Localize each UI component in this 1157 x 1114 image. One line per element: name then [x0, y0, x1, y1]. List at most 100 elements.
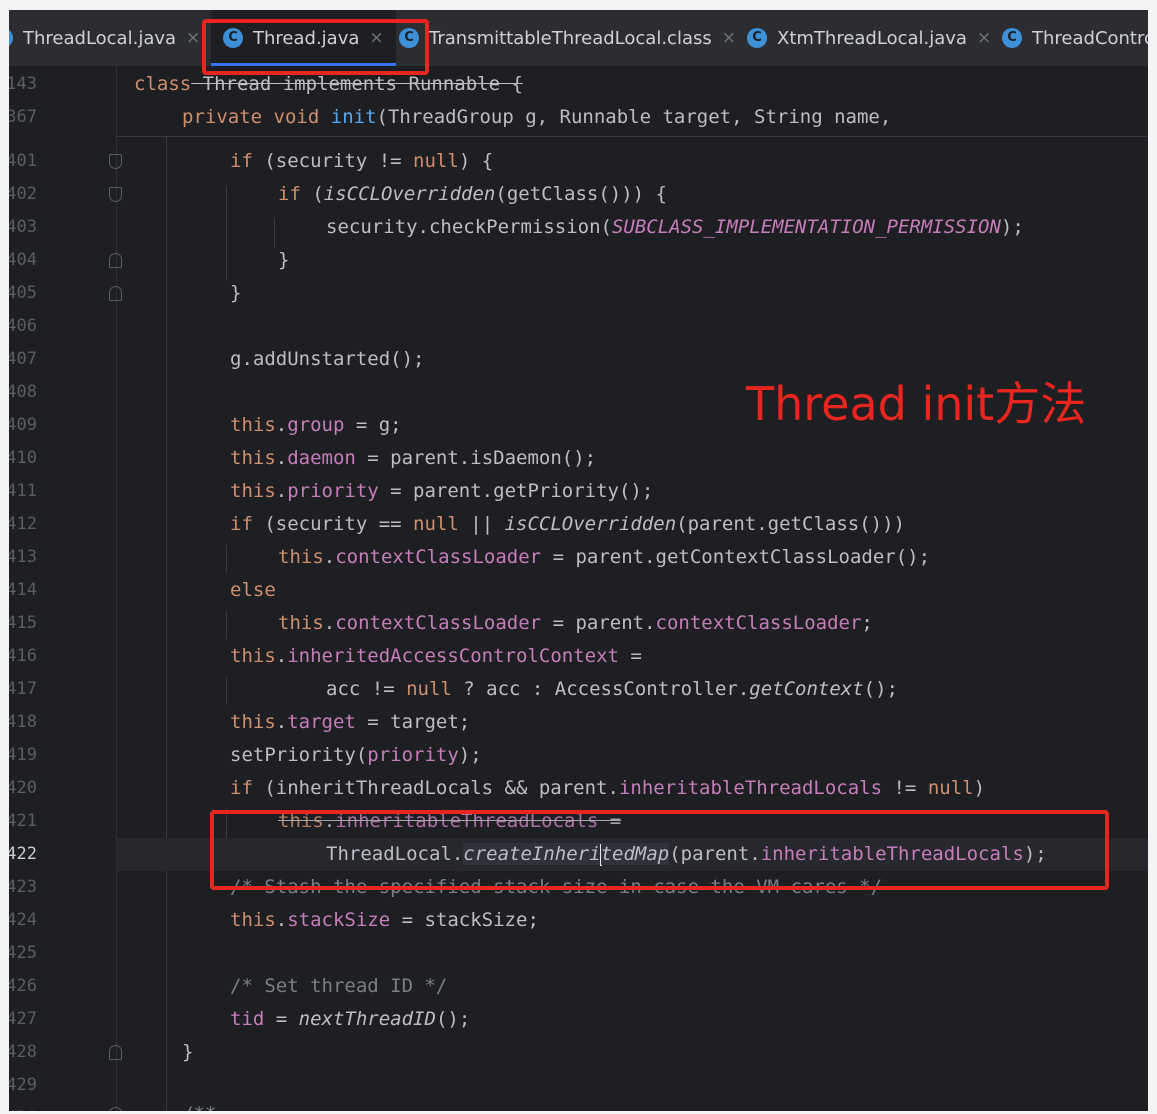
line-number: 420: [9, 778, 37, 798]
code-text: .: [275, 645, 288, 667]
code-line: this.daemon = parent.isDaemon();: [230, 442, 1148, 475]
code-editor[interactable]: if (security != null) { if (isCCLOverrid…: [117, 66, 1148, 1111]
code-text: (: [300, 183, 324, 205]
code-line: setPriority(priority);: [230, 739, 1148, 772]
code-text: =: [618, 645, 642, 667]
static-method: isCCLOverridden: [323, 183, 496, 205]
close-icon[interactable]: ×: [186, 28, 200, 48]
line-number: 423: [9, 877, 37, 897]
java-class-icon: C: [1002, 28, 1022, 48]
indent-guide: [226, 611, 227, 639]
keyword: this: [230, 711, 276, 733]
constant: SUBCLASS_IMPLEMENTATION_PERMISSION: [611, 216, 1001, 238]
comment-line: /* Set thread ID */: [230, 975, 448, 997]
java-class-icon: C: [9, 28, 13, 48]
code-text: (inheritThreadLocals && parent.: [252, 777, 619, 799]
line-number: 403: [9, 217, 37, 237]
line-number-current: 422: [9, 844, 37, 864]
line-number: 413: [9, 547, 37, 567]
static-method: getContext: [749, 678, 864, 700]
sticky-method-line[interactable]: private void init(ThreadGroup g, Runnabl…: [182, 101, 1148, 134]
tab-label: TransmittableThreadLocal.class: [429, 27, 712, 49]
code-text: ||: [458, 513, 505, 535]
line-number: 427: [9, 1009, 37, 1029]
indent-guide: [274, 218, 275, 248]
code-text: =: [264, 1008, 299, 1030]
field: stackSize: [287, 909, 391, 931]
line-number: 419: [9, 745, 37, 765]
code-line: else: [230, 579, 276, 601]
code-line: }: [230, 282, 242, 304]
line-number: 410: [9, 448, 37, 468]
keyword: this: [278, 612, 324, 634]
code-text: ();: [863, 678, 898, 700]
code-text: Thread implements Runnable {: [191, 73, 523, 95]
code-text: .: [275, 909, 288, 931]
code-text: .: [275, 447, 288, 469]
code-text: = parent.isDaemon();: [355, 447, 597, 469]
line-number: 416: [9, 646, 37, 666]
code-line: if (security != null) {: [230, 145, 1148, 178]
field: priority: [287, 480, 379, 502]
close-icon[interactable]: ×: [977, 28, 991, 48]
method-name: init: [330, 106, 377, 128]
code-text: setPriority(: [230, 744, 368, 766]
line-number: 418: [9, 712, 37, 732]
keyword: null: [927, 777, 974, 799]
line-number: 402: [9, 184, 37, 204]
line-number: 429: [9, 1075, 37, 1095]
code-text: .: [323, 612, 336, 634]
code-text: !=: [882, 777, 928, 799]
code-text: = target;: [355, 711, 471, 733]
tab-transmittablethreadlocal-class[interactable]: C TransmittableThreadLocal.class ×: [399, 10, 736, 66]
code-text: acc !=: [326, 678, 407, 700]
indent-guide: [226, 545, 227, 573]
line-number-gutter: 143 367 401 402 403 404 405 406 407 408 …: [9, 66, 122, 1111]
tab-label: ThreadContro: [1032, 27, 1148, 49]
code-line: tid = nextThreadID();: [230, 1003, 1148, 1036]
line-number: 428: [9, 1042, 37, 1062]
keyword: null: [413, 513, 459, 535]
editor-tab-bar: C ThreadLocal.java × C Thread.java × C T…: [9, 10, 1148, 67]
code-text: (security !=: [252, 150, 414, 172]
code-text: ) {: [458, 150, 494, 172]
tab-label: ThreadLocal.java: [23, 27, 177, 49]
code-text: .: [275, 414, 288, 436]
tab-threadcontext[interactable]: C ThreadContro: [1002, 10, 1148, 66]
line-number: 426: [9, 976, 37, 996]
close-icon[interactable]: ×: [722, 28, 736, 48]
keyword: this: [230, 909, 276, 931]
keyword: this: [230, 645, 276, 667]
code-text: .: [275, 711, 288, 733]
keyword: if: [230, 777, 253, 799]
keyword: this: [230, 480, 276, 502]
sticky-scroll-header[interactable]: class Thread implements Runnable { priva…: [117, 66, 1148, 137]
code-line: this.contextClassLoader = parent.context…: [278, 607, 1148, 640]
code-line: this.stackSize = stackSize;: [230, 904, 1148, 937]
field: contextClassLoader: [335, 546, 542, 568]
code-text: = parent.getPriority();: [378, 480, 654, 502]
code-line: this.inheritedAccessControlContext =: [230, 640, 1148, 673]
line-number: 409: [9, 415, 37, 435]
code-text: ): [973, 777, 986, 799]
line-number: 411: [9, 481, 37, 501]
line-number: 412: [9, 514, 37, 534]
tab-xtmthreadlocal-java[interactable]: C XtmThreadLocal.java ×: [747, 10, 991, 66]
code-text: .: [323, 546, 336, 568]
keyword: this: [230, 414, 276, 436]
code-line: }: [278, 249, 290, 271]
code-line: if (inheritThreadLocals && parent.inheri…: [230, 772, 1148, 805]
code-line: security.checkPermission(SUBCLASS_IMPLEM…: [326, 211, 1148, 244]
tab-label: XtmThreadLocal.java: [777, 27, 967, 49]
tab-threadlocal-java[interactable]: C ThreadLocal.java ×: [9, 10, 200, 66]
code-line: if (security == null || isCCLOverridden(…: [230, 508, 1148, 541]
line-number: 415: [9, 613, 37, 633]
line-number: 408: [9, 382, 37, 402]
code-text: (security ==: [252, 513, 414, 535]
code-text: security.checkPermission(: [326, 216, 612, 238]
code-text: = parent.getContextClassLoader();: [541, 546, 931, 568]
keyword: null: [406, 678, 452, 700]
code-text: ();: [435, 1008, 471, 1030]
code-text: (parent.getClass())): [676, 513, 905, 535]
indent-guide: [226, 677, 227, 705]
